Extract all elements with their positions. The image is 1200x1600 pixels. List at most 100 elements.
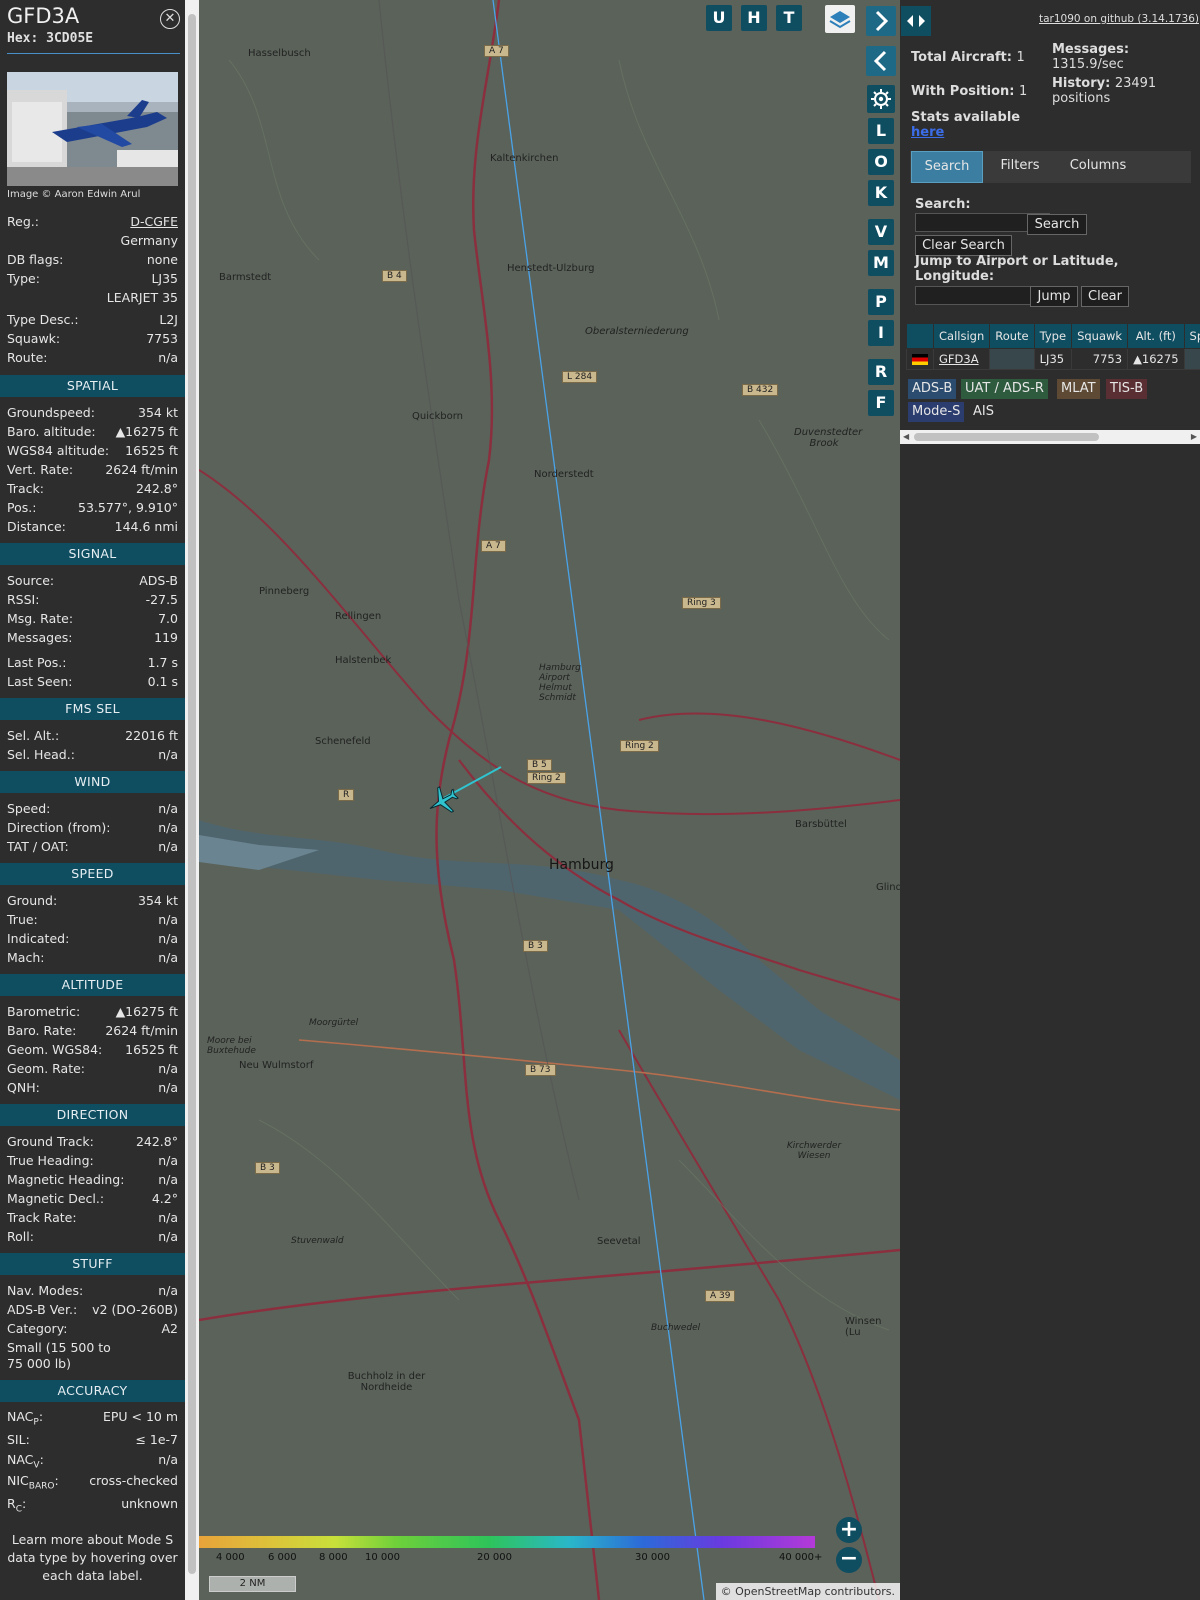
map-button-k[interactable]: K: [868, 180, 894, 206]
scale-bar: 2 NM: [209, 1576, 296, 1592]
label: Geom. Rate:: [7, 1061, 86, 1076]
collapse-left-icon[interactable]: [866, 46, 896, 76]
map-button-h[interactable]: H: [741, 5, 767, 31]
altitude-tick: 40 000+: [779, 1552, 823, 1563]
stat-unit: positions: [1052, 91, 1111, 106]
aircraft-marker-icon[interactable]: [426, 784, 460, 818]
clear-search-button[interactable]: Clear Search: [915, 235, 1012, 256]
stat-label: Messages:: [1052, 42, 1130, 57]
map-button-i[interactable]: I: [868, 320, 894, 346]
label: Nav. Modes:: [7, 1283, 84, 1298]
info-row: True Heading: n/a: [7, 1152, 178, 1170]
map-button-m[interactable]: M: [868, 250, 894, 276]
column-header-route[interactable]: Route: [989, 323, 1035, 349]
settings-gear-icon[interactable]: [867, 85, 895, 113]
info-row-route: Route: n/a: [7, 349, 178, 367]
aircraft-photo[interactable]: [7, 72, 178, 186]
altitude-tick: 8 000: [319, 1552, 348, 1563]
value: LEARJET 35: [106, 290, 178, 305]
category-description: 75 000 lb): [7, 1355, 178, 1373]
tab-filters[interactable]: Filters: [985, 151, 1055, 181]
clear-jump-button[interactable]: Clear: [1081, 286, 1129, 307]
road-label: Ring 2: [527, 772, 566, 784]
info-row: Sel. Head.: n/a: [7, 746, 178, 764]
info-row: Distance: 144.6 nmi: [7, 518, 178, 536]
jump-label: Jump to Airport or Latitude, Longitude:: [915, 254, 1119, 284]
scroll-right-icon[interactable]: ▶: [1191, 432, 1197, 441]
label: Mach:: [7, 950, 45, 965]
stat-with-position: With Position: 1: [911, 84, 1027, 99]
column-header-type[interactable]: Type: [1033, 323, 1073, 349]
registration-link[interactable]: D-CGFE: [130, 213, 178, 231]
toggle-split-icon[interactable]: [901, 6, 931, 36]
info-row: WGS84 altitude: 16525 ft: [7, 442, 178, 460]
column-header-speed[interactable]: Spd: [1183, 323, 1200, 349]
label: Groundspeed:: [7, 405, 95, 420]
map-attribution[interactable]: © OpenStreetMap contributors.: [715, 1583, 900, 1600]
layers-icon[interactable]: [825, 5, 855, 33]
callsign-link[interactable]: GFD3A: [932, 348, 991, 370]
road-label: B 432: [742, 384, 779, 396]
info-row-rc: RC: unknown: [7, 1495, 178, 1515]
section-header-accuracy: ACCURACY: [0, 1380, 185, 1402]
jump-button[interactable]: Jump: [1030, 286, 1078, 307]
label: DB flags:: [7, 252, 64, 267]
map-label: Neu Wulmstorf: [239, 1060, 314, 1071]
value: 2624 ft/min: [105, 1023, 178, 1038]
column-header-squawk[interactable]: Squawk: [1071, 323, 1129, 349]
table-horizontal-scrollbar[interactable]: ◀ ▶: [900, 430, 1200, 444]
value: 2624 ft/min: [105, 462, 178, 477]
map-button-r[interactable]: R: [868, 359, 894, 385]
info-row: Msg. Rate: 7.0: [7, 610, 178, 628]
road-label: A 39: [705, 1290, 736, 1302]
map-label: Henstedt-Ulzburg: [507, 263, 595, 274]
zoom-in-icon[interactable]: +: [836, 1517, 862, 1543]
help-footnote: Learn more about Mode S data type by hov…: [0, 1531, 185, 1585]
divider: [7, 53, 180, 54]
map-button-f[interactable]: F: [868, 390, 894, 416]
value: EPU < 10 m: [102, 1409, 178, 1424]
column-header-callsign[interactable]: Callsign: [932, 323, 991, 349]
info-row: Nav. Modes: n/a: [7, 1282, 178, 1300]
value: n/a: [158, 839, 178, 854]
altitude-tick: 30 000: [635, 1552, 670, 1563]
label: ADS-B Ver.:: [7, 1302, 78, 1317]
label: Type Desc.:: [7, 312, 79, 327]
flag-germany-icon: [906, 348, 934, 370]
map-button-u[interactable]: U: [706, 5, 732, 31]
scrollbar-thumb[interactable]: [188, 14, 196, 1574]
scrollbar-thumb[interactable]: [914, 433, 1099, 441]
label: Direction (from):: [7, 820, 111, 835]
close-icon[interactable]: ✕: [160, 9, 180, 29]
scroll-left-icon[interactable]: ◀: [903, 432, 909, 441]
value: cross-checked: [89, 1473, 178, 1488]
sidebar-scrollbar[interactable]: [185, 0, 199, 1600]
map-button-o[interactable]: O: [868, 149, 894, 175]
road-label: Ring 2: [620, 740, 659, 752]
github-link[interactable]: tar1090 on github (3.14.1736): [1039, 13, 1199, 25]
table-row[interactable]: GFD3A LJ35 7753 ▲16275: [906, 348, 1200, 370]
info-row: Indicated: n/a: [7, 930, 178, 948]
value: 53.577°, 9.910°: [78, 500, 178, 515]
label: Sel. Alt.:: [7, 728, 60, 743]
zoom-out-icon[interactable]: −: [836, 1547, 862, 1573]
map-button-l[interactable]: L: [868, 118, 894, 144]
table-header-row: Callsign Route Type Squawk Alt. (ft) Spd: [906, 323, 1200, 349]
search-button[interactable]: Search: [1027, 214, 1087, 235]
map-view[interactable]: U H T L O K V M P I R F Hasselbusch Kalt…: [199, 0, 900, 1600]
tab-search[interactable]: Search: [911, 151, 983, 183]
hex-label: Hex:: [7, 31, 39, 46]
column-header-altitude[interactable]: Alt. (ft): [1127, 323, 1185, 349]
map-button-t[interactable]: T: [776, 5, 802, 31]
info-row: Last Pos.: 1.7 s: [7, 654, 178, 672]
map-button-p[interactable]: P: [868, 289, 894, 315]
info-row-nic: NICBARO: cross-checked: [7, 1472, 178, 1492]
label: NACP:: [7, 1409, 44, 1428]
jump-label-line: Longitude:: [915, 269, 995, 284]
tab-columns[interactable]: Columns: [1057, 151, 1139, 181]
map-button-v[interactable]: V: [868, 219, 894, 245]
column-header-flag[interactable]: [906, 323, 934, 349]
stats-link[interactable]: here: [911, 125, 1020, 140]
value: n/a: [158, 820, 178, 835]
expand-right-icon[interactable]: [866, 6, 896, 36]
